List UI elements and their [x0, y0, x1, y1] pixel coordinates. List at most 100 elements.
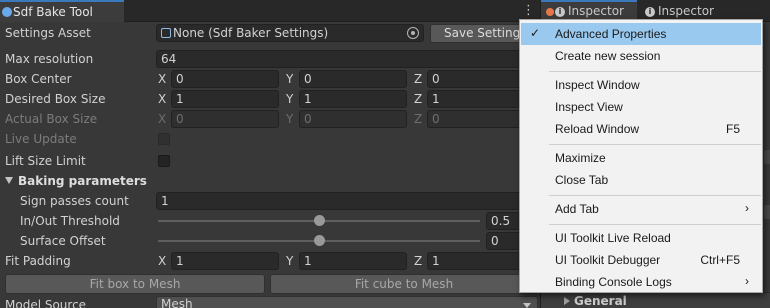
baking-parameters-label: Baking parameters [18, 174, 147, 188]
menu-item-label: Reload Window [555, 122, 640, 136]
info-icon: i [645, 7, 655, 17]
max-resolution-field[interactable]: 64 [156, 50, 538, 68]
notification-dot-icon [546, 8, 554, 16]
live-update-checkbox [158, 133, 170, 145]
model-source-value: Mesh [161, 297, 193, 308]
max-resolution-row: Max resolution 64 [0, 49, 540, 69]
menu-item-label: Binding Console Logs [555, 275, 672, 289]
inout-threshold-label: In/Out Threshold [20, 214, 120, 228]
object-picker-icon[interactable] [407, 27, 419, 39]
menu-item-label: Add Tab [555, 202, 599, 216]
actual-box-size-x-field: 0 [171, 110, 279, 128]
scriptable-object-icon [161, 28, 171, 38]
chevron-down-icon [523, 303, 531, 308]
settings-asset-label: Settings Asset [5, 26, 91, 40]
tab-title: Sdf Bake Tool [13, 5, 93, 19]
surface-offset-row: Surface Offset 0 [0, 231, 540, 251]
actual-box-size-row: Actual Box Size X 0 Y 0 Z 0 [0, 109, 540, 129]
desired-box-size-y-field[interactable]: 1 [299, 90, 407, 108]
menu-item-label: Inspect Window [555, 78, 640, 92]
desired-box-size-label: Desired Box Size [5, 92, 106, 106]
live-update-label: Live Update [5, 132, 77, 146]
box-center-label: Box Center [5, 72, 72, 86]
box-center-x-field[interactable]: 0 [171, 70, 279, 88]
box-center-row: Box Center X 0 Y 0 Z 0 [0, 69, 540, 89]
axis-y-label: Y [286, 92, 294, 106]
menu-item-inspect-view[interactable]: Inspect View [521, 96, 761, 118]
desired-box-size-row: Desired Box Size X 1 Y 1 Z 1 [0, 89, 540, 109]
fit-padding-x-field[interactable]: 1 [171, 252, 279, 270]
model-source-dropdown[interactable]: Mesh [156, 296, 538, 308]
menu-item-label: Inspect View [555, 100, 623, 114]
surface-offset-label: Surface Offset [20, 234, 106, 248]
menu-item-close-tab[interactable]: Close Tab [521, 169, 761, 191]
axis-z-label: Z [414, 72, 423, 86]
menu-item-label: Close Tab [555, 173, 609, 187]
menu-item-label: UI Toolkit Live Reload [555, 231, 671, 245]
check-icon: ✓ [530, 26, 541, 40]
general-foldout[interactable]: General [541, 292, 770, 308]
inspector-side-control[interactable] [764, 205, 770, 219]
menu-item-ui-toolkit-debugger[interactable]: UI Toolkit Debugger Ctrl+F5 [521, 249, 761, 271]
menu-item-ui-toolkit-live-reload[interactable]: UI Toolkit Live Reload [521, 227, 761, 249]
tab-menu-button[interactable]: ⋮ [522, 3, 535, 19]
inout-threshold-slider-thumb[interactable] [313, 215, 325, 226]
settings-asset-value: None (Sdf Baker Settings) [173, 26, 329, 40]
menu-item-advanced-properties[interactable]: ✓ Advanced Properties [521, 23, 761, 45]
axis-y-label: Y [286, 112, 294, 126]
inspector-side-control[interactable] [764, 150, 770, 164]
menu-item-add-tab[interactable]: Add Tab › [521, 198, 761, 220]
sign-passes-field[interactable]: 1 [156, 192, 538, 210]
menu-item-inspect-window[interactable]: Inspect Window [521, 74, 761, 96]
live-update-row: Live Update [0, 129, 540, 149]
menu-shortcut: Ctrl+F5 [700, 253, 740, 267]
left-tab-bar: Sdf Bake Tool ⋮ [0, 0, 540, 22]
menu-item-create-new-session[interactable]: Create new session [521, 45, 761, 67]
axis-x-label: X [158, 254, 167, 268]
menu-separator [549, 224, 761, 225]
desired-box-size-x-field[interactable]: 1 [171, 90, 279, 108]
axis-x-label: X [158, 112, 167, 126]
settings-asset-picker[interactable]: None (Sdf Baker Settings) [156, 24, 424, 42]
tab-inspector-2-label: Inspector [658, 4, 714, 18]
chevron-right-icon: › [745, 274, 749, 288]
tab-sdf-bake-tool[interactable]: Sdf Bake Tool [0, 0, 124, 22]
max-resolution-label: Max resolution [5, 52, 94, 66]
fit-padding-label: Fit Padding [5, 254, 71, 268]
menu-item-label: Maximize [555, 151, 606, 165]
surface-offset-slider-thumb[interactable] [313, 235, 325, 246]
foldout-collapsed-icon [564, 297, 570, 305]
chevron-right-icon: › [745, 201, 749, 215]
menu-shortcut: F5 [725, 122, 740, 136]
lift-size-limit-checkbox[interactable] [158, 155, 170, 167]
menu-item-maximize[interactable]: Maximize [521, 147, 761, 169]
inout-threshold-row: In/Out Threshold 0.5 [0, 211, 540, 231]
axis-y-label: Y [286, 72, 294, 86]
axis-z-label: Z [414, 112, 423, 126]
model-source-label: Model Source [5, 298, 87, 308]
tool-window-icon [2, 7, 12, 17]
actual-box-size-label: Actual Box Size [5, 112, 98, 126]
menu-item-label: Advanced Properties [555, 27, 667, 41]
tab-context-menu: ✓ Advanced Properties Create new session… [519, 19, 763, 293]
lift-size-limit-row: Lift Size Limit [0, 151, 540, 171]
sign-passes-row: Sign passes count 1 [0, 191, 540, 211]
axis-y-label: Y [286, 254, 294, 268]
fit-padding-row: Fit Padding X 1 Y 1 Z 1 [0, 251, 540, 271]
fit-box-to-mesh-button[interactable]: Fit box to Mesh [5, 274, 265, 294]
axis-x-label: X [158, 72, 167, 86]
axis-x-label: X [158, 92, 167, 106]
sign-passes-label: Sign passes count [20, 194, 129, 208]
box-center-y-field[interactable]: 0 [299, 70, 407, 88]
sdf-bake-tool-window: Sdf Bake Tool ⋮ Settings Asset None (Sdf… [0, 0, 540, 308]
fit-cube-to-mesh-button[interactable]: Fit cube to Mesh [270, 274, 538, 294]
menu-separator [549, 195, 761, 196]
baking-parameters-foldout[interactable]: Baking parameters [0, 171, 540, 191]
axis-z-label: Z [414, 254, 423, 268]
axis-z-label: Z [414, 92, 423, 106]
actual-box-size-y-field: 0 [299, 110, 407, 128]
menu-item-label: Create new session [555, 49, 661, 63]
menu-item-binding-console-logs[interactable]: Binding Console Logs › [521, 271, 761, 293]
menu-item-reload-window[interactable]: Reload Window F5 [521, 118, 761, 140]
fit-padding-y-field[interactable]: 1 [299, 252, 407, 270]
